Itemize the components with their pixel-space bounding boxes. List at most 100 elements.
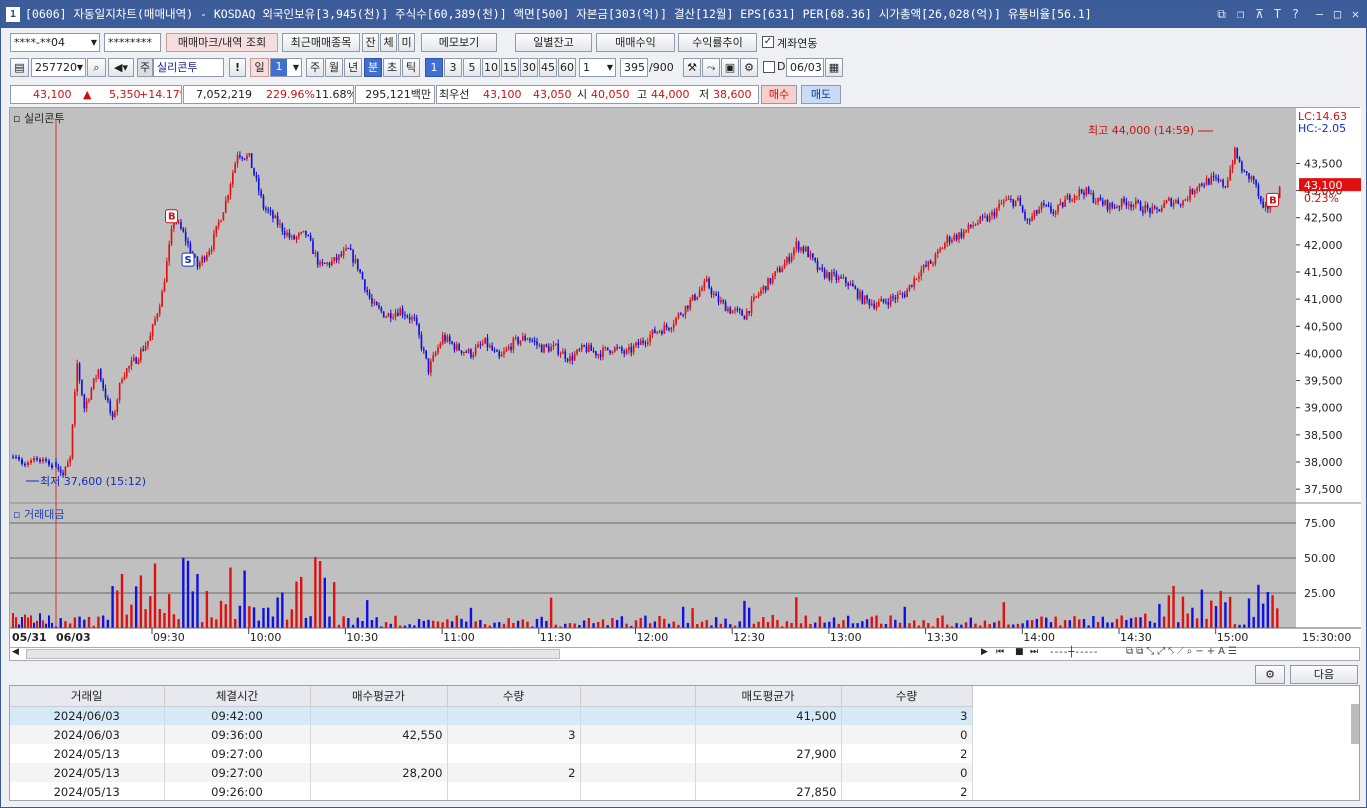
alert-button[interactable]: !: [229, 58, 246, 77]
forward-button[interactable]: ⏭: [1030, 647, 1038, 657]
volume-bar: [68, 623, 72, 628]
candle-body: [913, 278, 916, 287]
settings-gear-icon[interactable]: ⚙: [1255, 665, 1285, 684]
candle-body: [710, 288, 713, 295]
column-header[interactable]: 매도평균가: [695, 686, 842, 707]
candle-body: [628, 346, 630, 350]
close-button[interactable]: ✕: [1347, 1, 1364, 28]
period-day-button[interactable]: 일: [250, 58, 269, 77]
interval-5[interactable]: 5: [463, 58, 481, 77]
indicator-icon[interactable]: ⚒: [683, 58, 701, 77]
date-input[interactable]: 06/03: [786, 58, 824, 77]
period-minute[interactable]: 분: [364, 58, 382, 77]
interval-1[interactable]: 1: [425, 58, 443, 77]
volume-bar: [521, 619, 525, 628]
volume-bar: [1115, 618, 1119, 628]
count-input[interactable]: 395: [620, 58, 648, 77]
minimize-button[interactable]: —: [1311, 1, 1328, 28]
period-year[interactable]: 년: [344, 58, 362, 77]
screen-icon[interactable]: ▤: [10, 58, 29, 77]
period-month[interactable]: 월: [325, 58, 343, 77]
volume-bar: [224, 604, 227, 628]
column-header[interactable]: 수량: [447, 686, 581, 707]
scroll-left-button[interactable]: ◀: [12, 647, 19, 657]
password-field[interactable]: ********: [104, 33, 161, 52]
interval-15[interactable]: 15: [501, 58, 519, 77]
daily-balance-button[interactable]: 일별잔고: [515, 33, 592, 52]
candle-body: [1021, 205, 1024, 212]
sell-button[interactable]: 매도: [801, 85, 841, 104]
volume-bar: [1224, 602, 1227, 628]
volume-bar: [799, 623, 803, 628]
speaker-icon[interactable]: ◀▾: [108, 58, 134, 77]
candle-body: [463, 351, 465, 354]
trade-profit-button[interactable]: 매매수익: [596, 33, 675, 52]
recent-trades-button[interactable]: 최근매매종목: [282, 33, 360, 52]
search-icon[interactable]: ⌕: [87, 58, 106, 77]
column-header[interactable]: [580, 686, 696, 707]
interval-10[interactable]: 10: [482, 58, 500, 77]
table-row[interactable]: 2024/05/13 09:27:00 27,900 2: [10, 744, 973, 763]
chart-scroll-bar[interactable]: ◀ ▶ ⏮ ■ ⏭ ‐‐‐‐┼‐‐‐‐‐ ⧉⧉⤡⤢⤣⟋⌕−+A☰: [9, 646, 1360, 661]
help-icon[interactable]: ?: [1287, 1, 1304, 28]
candle-body: [437, 347, 439, 353]
rewind-button[interactable]: ⏮: [996, 647, 1004, 657]
period-num-select[interactable]: 1 ▼: [270, 58, 302, 77]
pin-icon[interactable]: ⊼: [1251, 1, 1268, 28]
stock-name-field[interactable]: 실리콘투: [153, 58, 224, 77]
interval-60[interactable]: 60: [558, 58, 576, 77]
next-button[interactable]: 다음: [1290, 665, 1358, 684]
chart-area[interactable]: 75.0050.0025.0043,50043,00042,50042,0004…: [9, 107, 1361, 648]
trade-mark-query-button[interactable]: 매매마크/내역 조회: [166, 33, 278, 52]
period-tick[interactable]: 틱: [402, 58, 420, 77]
drawing-tools-icon[interactable]: ⧉⧉⤡⤢⤣⟋⌕−+A☰: [1126, 646, 1240, 657]
table-scrollbar[interactable]: [1351, 704, 1359, 744]
column-header[interactable]: 매수평균가: [310, 686, 448, 707]
table-row[interactable]: 2024/06/03 09:36:00 42,550 3 0: [10, 725, 973, 744]
account-link-checkbox[interactable]: ✓: [762, 36, 774, 48]
table-row[interactable]: 2024/05/13 09:26:00 27,850 2: [10, 782, 973, 800]
volume-bar: [394, 615, 397, 628]
table-row[interactable]: 2024/06/03 09:42:00 41,500 3: [10, 706, 973, 725]
return-trend-button[interactable]: 수익률추이: [678, 33, 757, 52]
interval-3[interactable]: 3: [444, 58, 462, 77]
last-price-label: 43,100: [1304, 179, 1343, 192]
interval-45[interactable]: 45: [539, 58, 557, 77]
scroll-thumb[interactable]: [26, 649, 560, 659]
stop-button[interactable]: ■: [1015, 647, 1024, 657]
table-row[interactable]: 2024/05/13 09:27:00 28,200 2 0: [10, 763, 973, 782]
interval-30[interactable]: 30: [520, 58, 538, 77]
candle-body: [1184, 199, 1187, 201]
table-cell: 09:26:00: [164, 782, 311, 800]
candle-body: [915, 278, 918, 280]
maximize-button[interactable]: □: [1329, 1, 1346, 28]
tab-executed[interactable]: 체: [380, 33, 397, 52]
interval-input[interactable]: 1 ▼: [579, 58, 616, 77]
zoom-slider[interactable]: ‐‐‐‐┼‐‐‐‐‐: [1050, 647, 1099, 658]
column-header[interactable]: 수량: [841, 686, 973, 707]
memo-view-button[interactable]: 메모보기: [421, 33, 497, 52]
tool-icon[interactable]: ⤳: [702, 58, 720, 77]
font-icon[interactable]: T: [1269, 1, 1286, 28]
period-week[interactable]: 주: [306, 58, 324, 77]
calendar-icon[interactable]: ▦: [825, 58, 843, 77]
volume-bar: [526, 621, 529, 628]
gear-icon[interactable]: ⚙: [740, 58, 758, 77]
buy-button[interactable]: 매수: [761, 85, 797, 104]
scroll-right-button[interactable]: ▶: [981, 647, 988, 657]
date-checkbox[interactable]: [763, 61, 775, 73]
stock-code-input[interactable]: 257720 ▼: [31, 58, 86, 77]
window-cascade-icon[interactable]: ❐: [1232, 1, 1249, 28]
period-second[interactable]: 초: [383, 58, 401, 77]
tab-unfilled[interactable]: 미: [398, 33, 415, 52]
tab-balance[interactable]: 잔: [362, 33, 379, 52]
price-tick-label: 42,000: [1304, 239, 1343, 252]
volume-bar: [167, 594, 171, 628]
save-icon[interactable]: ▣: [721, 58, 739, 77]
column-header[interactable]: 거래일: [10, 686, 165, 707]
column-header[interactable]: 체결시간: [164, 686, 311, 707]
volume-bar: [865, 619, 869, 628]
account-select[interactable]: ****-**04 ▼: [10, 33, 100, 52]
window-tile-icon[interactable]: ⧉: [1213, 1, 1230, 28]
chart-svg[interactable]: 75.0050.0025.0043,50043,00042,50042,0004…: [10, 108, 1361, 648]
